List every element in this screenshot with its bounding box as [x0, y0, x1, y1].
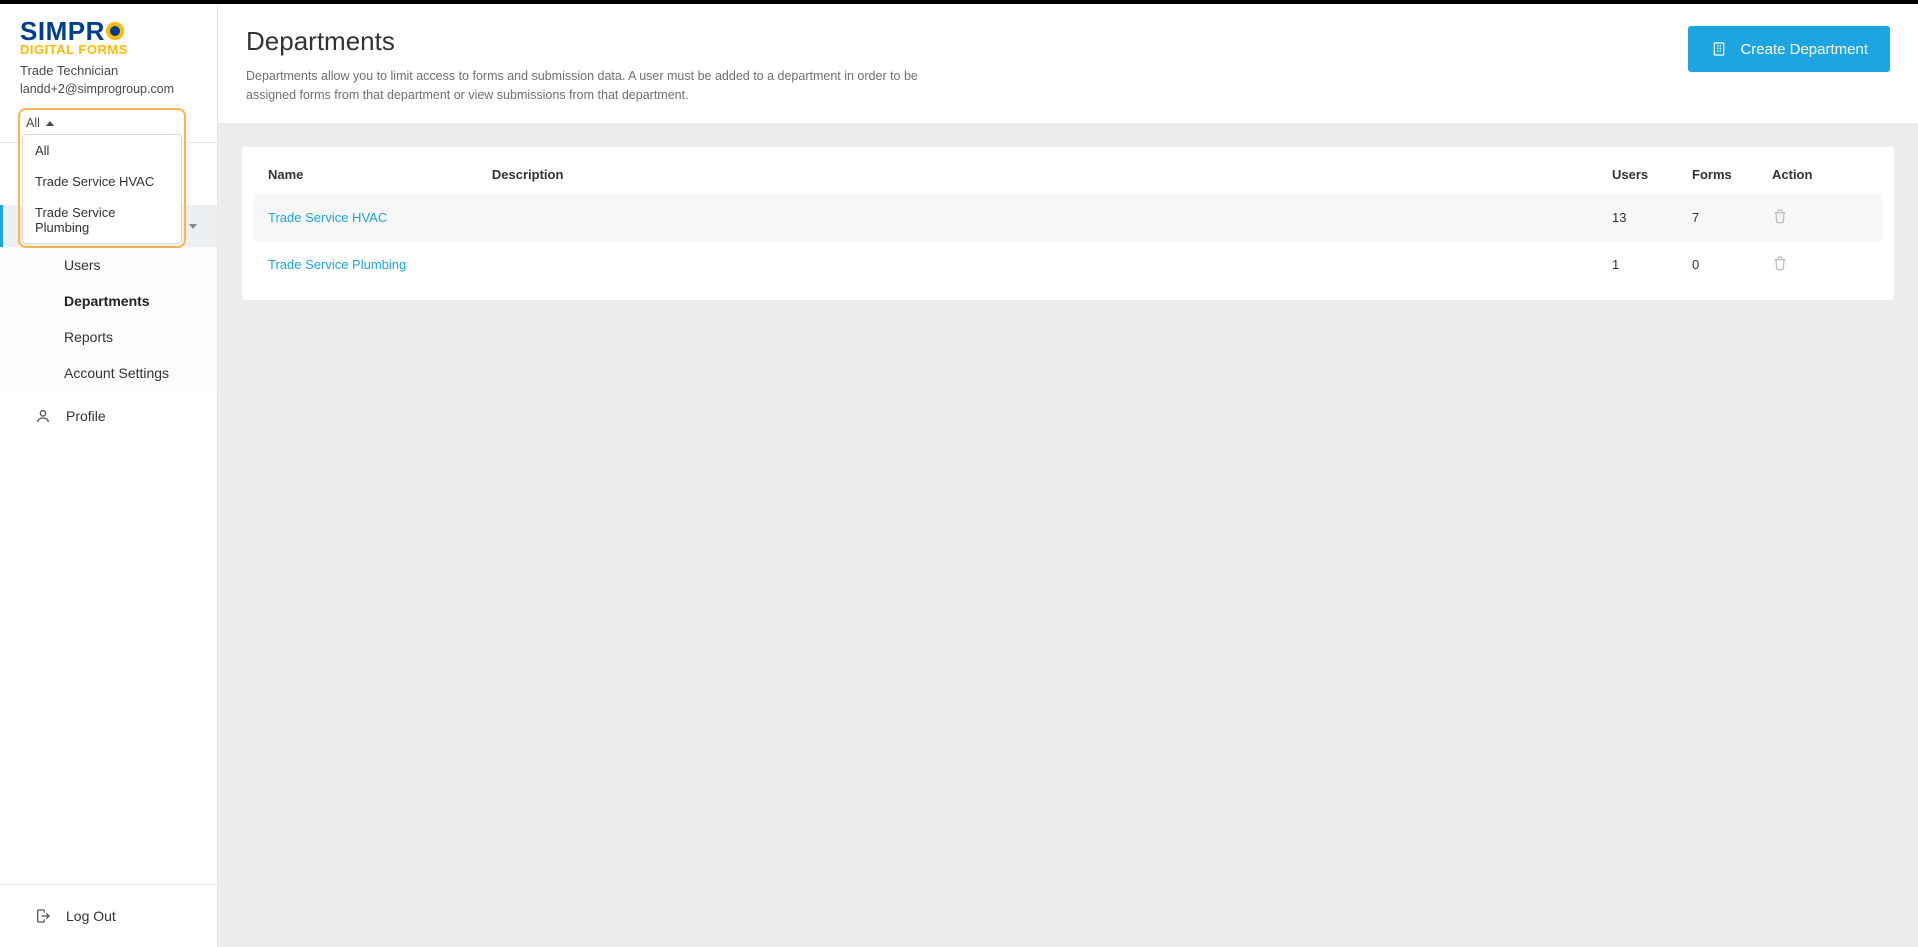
column-header-name: Name	[254, 155, 482, 194]
logout-button[interactable]: Log Out	[20, 901, 197, 931]
department-filter-dropdown: All All Trade Service HVAC Trade Service…	[18, 108, 186, 248]
department-users: 13	[1602, 194, 1682, 241]
user-role: Trade Technician	[20, 63, 197, 78]
create-department-button[interactable]: Create Department	[1688, 26, 1890, 72]
user-icon	[34, 407, 52, 425]
department-link[interactable]: Trade Service HVAC	[268, 210, 387, 225]
chevron-up-icon	[46, 121, 54, 126]
logout-icon	[34, 907, 52, 925]
department-forms: 7	[1682, 194, 1762, 241]
logo-text-sub: DIGITAL FORMS	[20, 42, 197, 57]
department-filter-selected: All	[26, 116, 40, 130]
column-header-action: Action	[1762, 155, 1882, 194]
app-logo: SIMPR DIGITAL FORMS	[20, 18, 197, 57]
chevron-down-icon	[189, 224, 197, 229]
column-header-forms: Forms	[1682, 155, 1762, 194]
logout-label: Log Out	[66, 908, 116, 924]
gear-icon	[106, 22, 124, 40]
page-header: Departments Departments allow you to lim…	[218, 4, 1918, 123]
sidebar-item-label: Account Settings	[64, 365, 169, 381]
department-description	[482, 241, 1602, 288]
page-title: Departments	[246, 26, 966, 57]
sidebar-item-account-settings[interactable]: Account Settings	[0, 355, 217, 391]
main-content: Departments Departments allow you to lim…	[218, 4, 1918, 947]
table-row: Trade Service Plumbing 1 0	[254, 241, 1882, 288]
sidebar-item-label: Departments	[64, 293, 150, 309]
sidebar-item-users[interactable]: Users	[0, 247, 217, 283]
table-row: Trade Service HVAC 13 7	[254, 194, 1882, 241]
delete-button[interactable]	[1772, 255, 1788, 271]
building-add-icon	[1710, 40, 1728, 58]
delete-button[interactable]	[1772, 208, 1788, 224]
create-department-label: Create Department	[1740, 41, 1868, 58]
column-header-description: Description	[482, 155, 1602, 194]
sidebar: SIMPR DIGITAL FORMS Trade Technician lan…	[0, 4, 218, 947]
column-header-users: Users	[1602, 155, 1682, 194]
filter-option-hvac[interactable]: Trade Service HVAC	[23, 166, 181, 197]
filter-option-plumbing[interactable]: Trade Service Plumbing	[23, 197, 181, 243]
sidebar-item-label: Profile	[66, 408, 106, 424]
department-forms: 0	[1682, 241, 1762, 288]
sidebar-item-reports[interactable]: Reports	[0, 319, 217, 355]
departments-table: Name Description Users Forms Action Trad…	[254, 155, 1882, 288]
department-description	[482, 194, 1602, 241]
department-filter-trigger[interactable]: All	[26, 116, 54, 130]
logo-text-main: SIMPR	[20, 18, 105, 44]
department-link[interactable]: Trade Service Plumbing	[268, 257, 406, 272]
sidebar-item-label: Reports	[64, 329, 113, 345]
user-email: landd+2@simprogroup.com	[20, 82, 197, 96]
filter-option-all[interactable]: All	[23, 135, 181, 166]
page-description: Departments allow you to limit access to…	[246, 67, 966, 105]
sidebar-nav: Account Users Departments Reports Accoun…	[0, 143, 217, 884]
department-filter-options: All Trade Service HVAC Trade Service Plu…	[22, 134, 182, 244]
sidebar-item-departments[interactable]: Departments	[0, 283, 217, 319]
department-users: 1	[1602, 241, 1682, 288]
sidebar-item-label: Users	[64, 257, 101, 273]
sidebar-item-profile[interactable]: Profile	[0, 391, 217, 437]
departments-table-panel: Name Description Users Forms Action Trad…	[242, 147, 1894, 300]
